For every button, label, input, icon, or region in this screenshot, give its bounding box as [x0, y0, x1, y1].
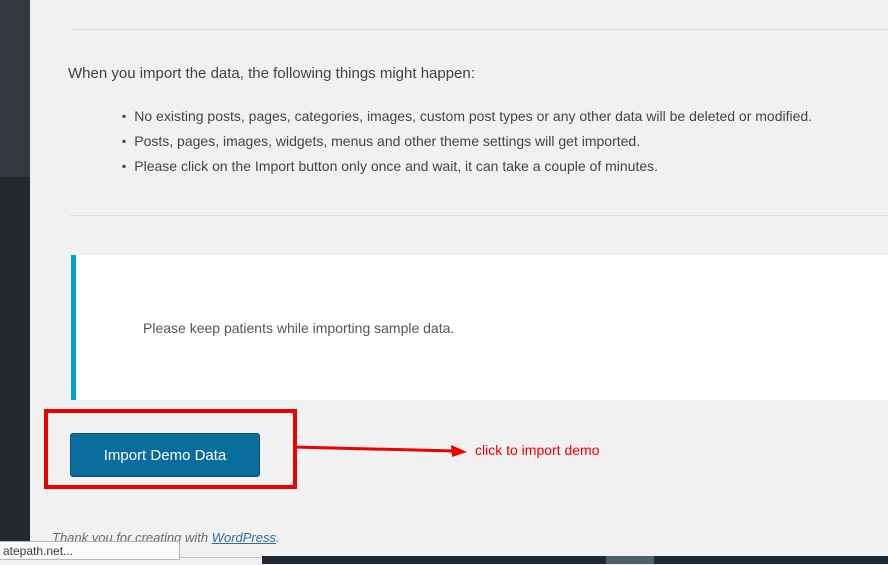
- import-notes-list: No existing posts, pages, categories, im…: [122, 104, 882, 179]
- wordpress-link[interactable]: WordPress: [212, 530, 276, 545]
- import-note-item: Posts, pages, images, widgets, menus and…: [122, 129, 882, 154]
- admin-sidebar-active-section: [0, 0, 30, 177]
- admin-sidebar[interactable]: [0, 0, 30, 557]
- middle-divider: [70, 215, 888, 216]
- taskbar-strip: [262, 556, 888, 564]
- footer-credit-period: .: [276, 530, 280, 545]
- annotation-arrow-icon: [293, 438, 477, 462]
- import-note-item: No existing posts, pages, categories, im…: [122, 104, 882, 129]
- admin-sidebar-menu: [0, 177, 30, 557]
- annotation-label: click to import demo: [475, 442, 599, 458]
- import-intro-text: When you import the data, the following …: [68, 65, 828, 83]
- link-preview-text: atepath.net...: [3, 544, 73, 558]
- import-note-item: Please click on the Import button only o…: [122, 154, 882, 179]
- link-preview-bubble: atepath.net...: [0, 541, 180, 560]
- annotation-rectangle: [44, 409, 297, 489]
- info-notice-box: Please keep patients while importing sam…: [71, 255, 888, 400]
- top-divider: [70, 29, 888, 30]
- taskbar-segment: [606, 556, 654, 564]
- notice-text: Please keep patients while importing sam…: [143, 320, 454, 336]
